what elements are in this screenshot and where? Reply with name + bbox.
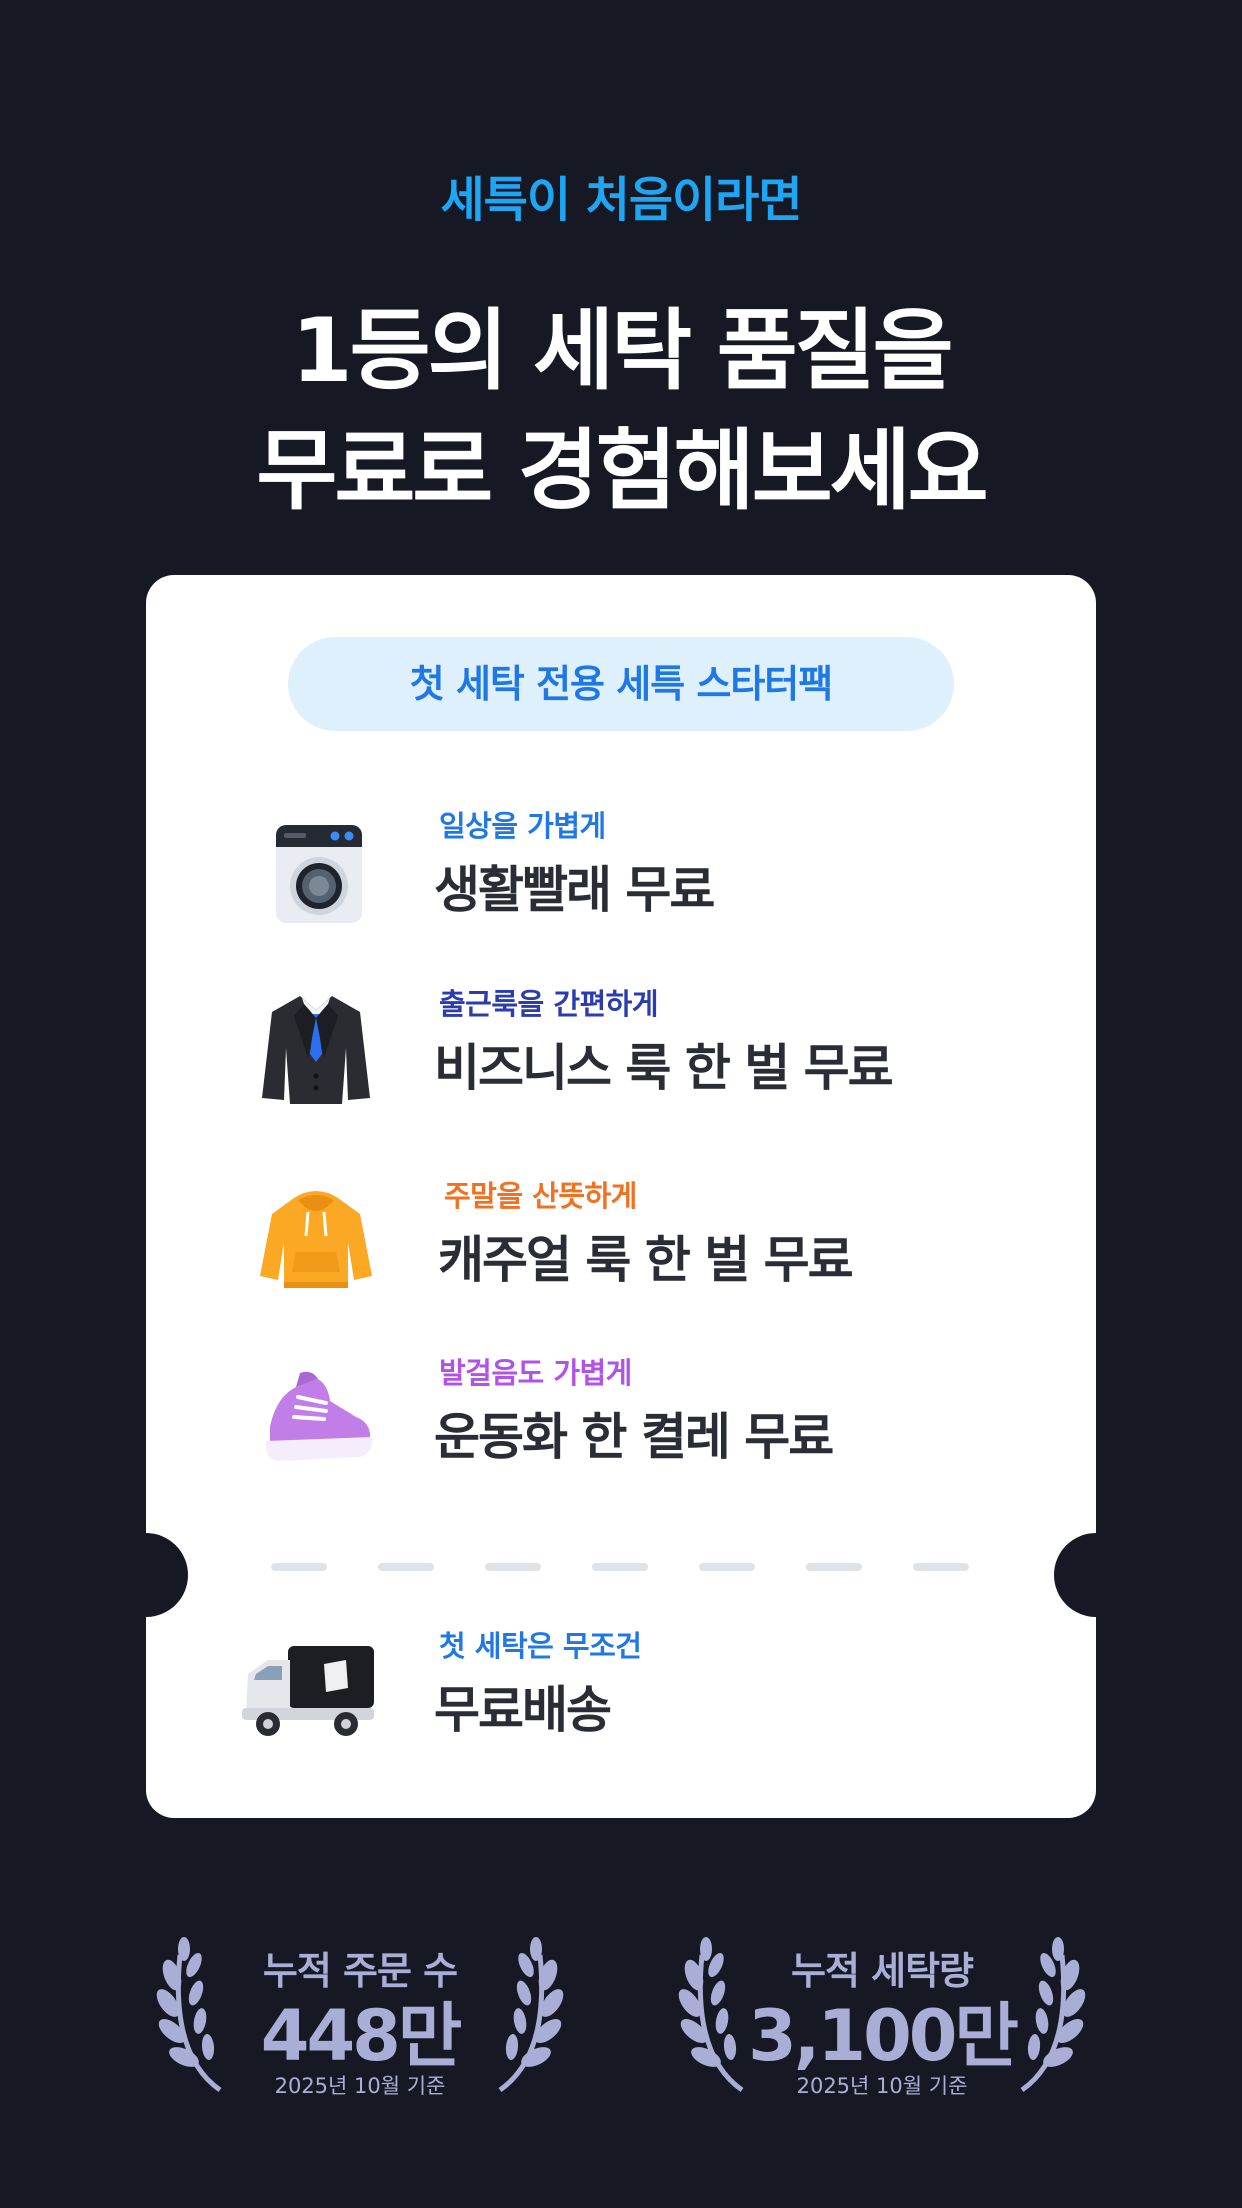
starter-pack-card: 첫 세탁 전용 세특 스타터팩 일상을 가볍게 생활빨래 무료 출근룩을 간편하… [104,575,1138,1818]
benefit-title: 생활빨래 무료 [434,861,715,919]
starter-pack-pill: 첫 세탁 전용 세특 스타터팩 [288,637,954,731]
suit-jacket-icon [256,988,376,1108]
ticket-notch-left [104,1533,188,1617]
eyebrow-text: 세특이 처음이라면 [440,172,803,228]
washing-machine-icon [256,810,376,930]
stat-value: 3,100만 [748,1995,1019,2077]
benefit-item-casual: 주말을 산뜻하게 캐주얼 룩 한 벌 무료 [146,1165,1096,1315]
headline-line-2: 무료로 경험해보세요 [256,419,988,522]
benefit-item-sneaker: 발걸음도 가볍게 운동화 한 켤레 무료 [146,1342,1096,1492]
benefit-subtitle: 첫 세탁은 무조건 [439,1629,642,1663]
benefit-title: 운동화 한 켤레 무료 [434,1408,834,1466]
ticket-notch-right [1054,1533,1138,1617]
ticket-divider [271,1563,981,1571]
stat-laundry-volume: 누적 세탁량 3,100만 2025년 10월 기준 [672,1925,1092,2105]
benefit-item-delivery: 첫 세탁은 무조건 무료배송 [146,1615,1096,1765]
benefit-item-business: 출근룩을 간편하게 비즈니스 룩 한 벌 무료 [146,973,1096,1123]
stat-orders: 누적 주문 수 448만 2025년 10월 기준 [150,1925,570,2105]
stat-basis-date: 2025년 10월 기준 [274,2074,446,2098]
sneaker-icon [256,1357,376,1477]
hoodie-icon [256,1180,376,1300]
benefit-title: 캐주얼 룩 한 벌 무료 [438,1231,854,1289]
stat-basis-date: 2025년 10월 기준 [796,2074,968,2098]
delivery-truck-icon [238,1630,378,1750]
benefit-subtitle: 발걸음도 가볍게 [439,1356,632,1390]
headline-line-1: 1등의 세탁 품질을 [291,299,953,402]
benefit-title: 비즈니스 룩 한 벌 무료 [434,1039,894,1097]
benefit-item-laundry: 일상을 가볍게 생활빨래 무료 [146,795,1096,945]
benefit-subtitle: 출근룩을 간편하게 [439,987,659,1021]
benefit-subtitle: 주말을 산뜻하게 [444,1179,637,1213]
benefit-title: 무료배송 [434,1681,612,1739]
stat-value: 448만 [260,1995,463,2077]
benefit-subtitle: 일상을 가볍게 [439,809,606,843]
